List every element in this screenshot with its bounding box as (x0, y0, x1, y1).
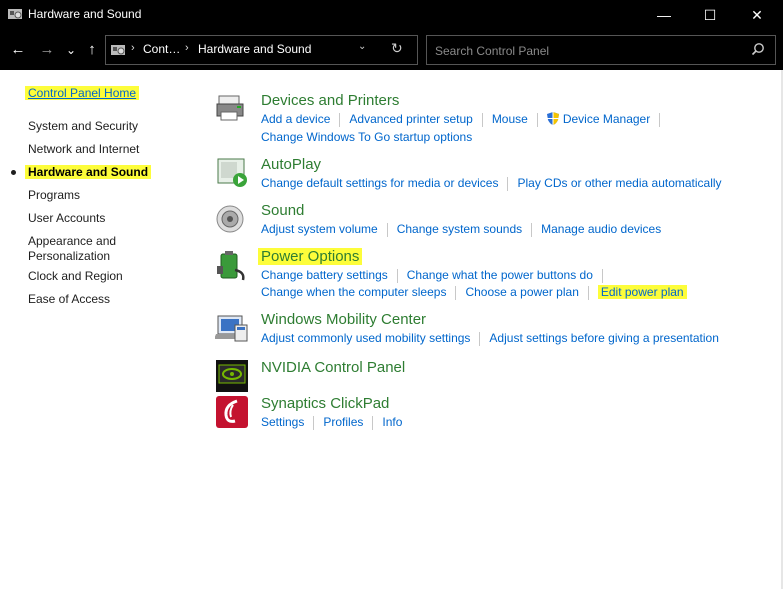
nvidia-icon (216, 360, 248, 392)
mobility-links-row1: Adjust commonly used mobility settings Ad… (261, 331, 719, 346)
maximize-button[interactable]: ☐ (687, 0, 733, 30)
link-divider (455, 285, 457, 300)
power-links-row1: Change battery settings Change what the p… (261, 268, 612, 283)
sidebar-item-programs[interactable]: Programs (28, 188, 80, 202)
link-divider (587, 285, 589, 300)
sound-links-row1: Adjust system volume Change system sounds… (261, 222, 661, 237)
link-divider (531, 222, 533, 237)
edit-power-plan-link[interactable]: Edit power plan (597, 285, 687, 299)
refresh-icon[interactable]: ↻ (391, 40, 403, 57)
adjust-mobility-settings-link[interactable]: Adjust commonly used mobility settings (261, 331, 470, 345)
synaptics-profiles-link[interactable]: Profiles (323, 415, 363, 429)
synaptics-links-row1: Settings Profiles Info (261, 415, 402, 430)
control-panel-home-label: Control Panel Home (25, 86, 140, 100)
sidebar-item-network-and-internet[interactable]: Network and Internet (28, 142, 139, 156)
search-box[interactable] (426, 35, 776, 65)
window-title: Hardware and Sound (28, 7, 142, 21)
sidebar-item-appearance-line1[interactable]: Appearance and (28, 234, 116, 248)
synaptics-info-link[interactable]: Info (382, 415, 402, 429)
search-input[interactable] (433, 41, 737, 61)
adjust-presentation-settings-link[interactable]: Adjust settings before giving a presenta… (489, 331, 718, 345)
change-default-media-settings-link[interactable]: Change default settings for media or dev… (261, 176, 498, 190)
control-panel-icon (111, 45, 125, 55)
control-panel-icon (8, 9, 22, 19)
devices-links-row1: Add a device Advanced printer setup Mouse D… (261, 112, 669, 127)
advanced-printer-setup-link[interactable]: Advanced printer setup (349, 112, 472, 126)
sidebar-item-ease-of-access[interactable]: Ease of Access (28, 292, 110, 306)
link-divider (339, 112, 341, 127)
change-battery-settings-link[interactable]: Change battery settings (261, 268, 388, 282)
control-panel-home-link[interactable]: Control Panel Home (25, 86, 140, 100)
sidebar-item-system-and-security[interactable]: System and Security (28, 119, 138, 133)
link-divider (386, 222, 388, 237)
close-button[interactable]: ✕ (734, 0, 780, 30)
add-a-device-link[interactable]: Add a device (261, 112, 330, 126)
link-divider (536, 112, 538, 127)
adjust-system-volume-link[interactable]: Adjust system volume (261, 222, 378, 236)
navigation-bar: ← → ⌄ ↑ › Cont… › Hardware and Sound ⌄ ↻ (0, 30, 783, 70)
nvidia-control-panel-title[interactable]: NVIDIA Control Panel (261, 359, 405, 376)
sound-title[interactable]: Sound (261, 202, 304, 219)
synaptics-icon (216, 396, 248, 428)
autoplay-links-row1: Change default settings for media or dev… (261, 176, 722, 191)
play-cds-link[interactable]: Play CDs or other media automatically (517, 176, 721, 190)
title-bar: Hardware and Sound — ☐ ✕ (0, 0, 783, 30)
forward-arrow-icon[interactable]: → (37, 40, 57, 60)
uac-shield-icon (546, 112, 559, 125)
autoplay-icon (217, 158, 247, 187)
choose-a-power-plan-link[interactable]: Choose a power plan (465, 285, 578, 299)
change-when-computer-sleeps-link[interactable]: Change when the computer sleeps (261, 285, 446, 299)
breadcrumb-separator: › (185, 42, 189, 54)
mobility-center-icon (215, 315, 248, 342)
recent-locations-icon[interactable]: ⌄ (61, 40, 81, 60)
current-item-bullet (11, 170, 16, 175)
synaptics-settings-link[interactable]: Settings (261, 415, 304, 429)
devices-links-row2: Change Windows To Go startup options (261, 130, 472, 144)
change-power-buttons-link[interactable]: Change what the power buttons do (407, 268, 593, 282)
device-manager-link[interactable]: Device Manager (563, 112, 650, 126)
sidebar-item-hardware-and-sound-label: Hardware and Sound (25, 165, 152, 179)
chevron-down-icon[interactable]: ⌄ (358, 41, 366, 52)
search-icon[interactable] (751, 42, 765, 56)
windows-mobility-center-title[interactable]: Windows Mobility Center (261, 311, 426, 328)
manage-audio-devices-link[interactable]: Manage audio devices (541, 222, 661, 236)
link-divider (481, 112, 483, 127)
devices-and-printers-title[interactable]: Devices and Printers (261, 92, 399, 109)
sidebar-item-user-accounts[interactable]: User Accounts (28, 211, 105, 225)
address-bar[interactable]: › Cont… › Hardware and Sound ⌄ ↻ (105, 35, 418, 65)
change-system-sounds-link[interactable]: Change system sounds (397, 222, 522, 236)
up-arrow-icon[interactable]: ↑ (82, 40, 102, 60)
sidebar-item-appearance-line2[interactable]: Personalization (28, 249, 110, 263)
sidebar-item-clock-and-region[interactable]: Clock and Region (28, 269, 123, 283)
printer-icon (216, 95, 244, 121)
power-options-title[interactable]: Power Options (258, 248, 363, 265)
breadcrumb-separator: › (131, 42, 135, 54)
power-links-row2: Change when the computer sleeps Choose a … (261, 285, 687, 300)
link-divider (659, 112, 661, 127)
autoplay-title[interactable]: AutoPlay (261, 156, 321, 173)
breadcrumb-hardware-and-sound[interactable]: Hardware and Sound (198, 42, 311, 56)
mouse-link[interactable]: Mouse (492, 112, 528, 126)
minimize-button[interactable]: — (641, 0, 687, 30)
sidebar-item-hardware-and-sound[interactable]: Hardware and Sound (25, 165, 152, 179)
link-divider (601, 268, 603, 283)
link-divider (507, 176, 509, 191)
link-divider (313, 415, 315, 430)
windows-to-go-link[interactable]: Change Windows To Go startup options (261, 130, 472, 144)
link-divider (479, 331, 481, 346)
synaptics-clickpad-title[interactable]: Synaptics ClickPad (261, 395, 389, 412)
battery-plug-icon (217, 251, 245, 281)
link-divider (372, 415, 374, 430)
speaker-icon (216, 205, 244, 233)
link-divider (396, 268, 398, 283)
back-arrow-icon[interactable]: ← (8, 40, 28, 60)
breadcrumb-control-panel[interactable]: Cont… (143, 42, 180, 56)
